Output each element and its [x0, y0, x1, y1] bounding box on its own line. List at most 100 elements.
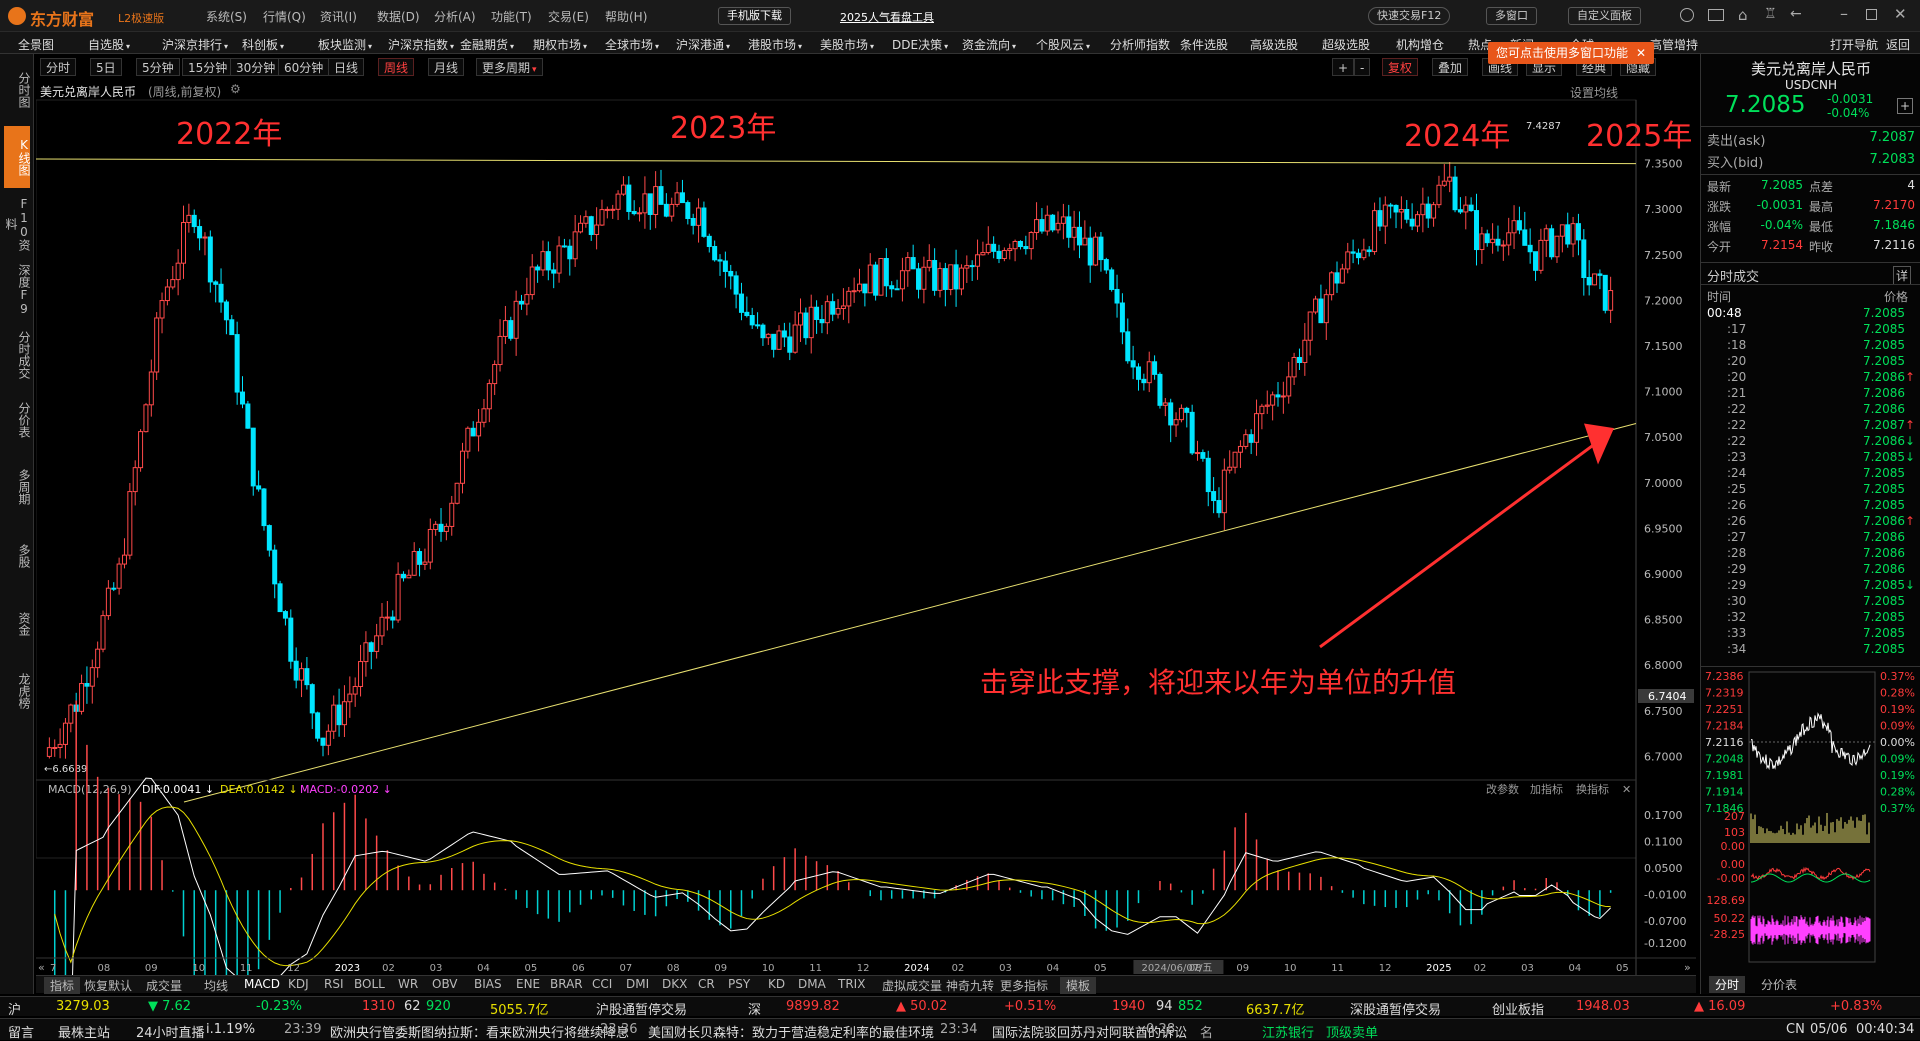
sidebar-tab[interactable]: 多股 — [4, 528, 31, 584]
menu-item[interactable]: 美股市场 ▾ — [820, 36, 874, 53]
indicator-tab[interactable]: 均线 — [204, 977, 228, 994]
top-menu-item[interactable]: 功能(T) — [491, 8, 532, 25]
top-menu-item[interactable]: 行情(Q) — [263, 8, 306, 25]
menu-item[interactable]: 沪深京排行 ▾ — [162, 36, 228, 53]
indicator-tab[interactable]: MACD — [244, 977, 280, 991]
minimize-icon[interactable]: – — [1840, 4, 1848, 23]
menu-item[interactable]: 沪深京指数 ▾ — [388, 36, 454, 53]
tooltip-close-icon[interactable]: ✕ — [1636, 46, 1646, 60]
period-button[interactable]: 分时 — [40, 58, 77, 76]
indicator-tab[interactable]: DMI — [626, 977, 649, 991]
sidebar-tab[interactable]: K线图 — [4, 126, 31, 188]
macd-panel-button[interactable]: 加指标 — [1530, 782, 1563, 796]
macd-panel-button[interactable]: 换指标 — [1576, 782, 1609, 796]
menu-item[interactable]: 高管增持 — [1650, 36, 1698, 53]
indicator-tab[interactable]: DKX — [662, 977, 687, 991]
macd-panel-button[interactable]: 改参数 — [1486, 782, 1519, 796]
indicator-tab[interactable]: 模板 — [1060, 977, 1097, 994]
mail-icon[interactable] — [1708, 9, 1724, 21]
menu-item[interactable]: 全景图 — [18, 36, 54, 53]
indicator-tab[interactable]: RSI — [324, 977, 344, 991]
menu-item[interactable]: 返回 — [1886, 36, 1910, 53]
menu-item[interactable]: 高级选股 — [1250, 36, 1298, 53]
sidebar-tab[interactable]: 资金 — [4, 594, 31, 654]
indicator-tab[interactable]: TRIX — [838, 977, 865, 991]
indicator-tab[interactable]: OBV — [432, 977, 458, 991]
top-menu-item[interactable]: 交易(E) — [548, 8, 589, 25]
multi-window-button[interactable]: 多窗口 — [1486, 7, 1537, 25]
restore-icon[interactable] — [1866, 9, 1877, 20]
skin-icon[interactable]: ♖ — [1764, 6, 1777, 22]
chart-tool-button[interactable]: - — [1354, 58, 1371, 76]
multi-window-tooltip[interactable]: 您可点击使用多窗口功能 ✕ — [1488, 42, 1655, 64]
period-button[interactable]: 周线 — [378, 58, 415, 76]
ticker-item[interactable]: 最株主站 — [58, 1022, 110, 1041]
indicator-tab[interactable]: 更多指标 — [1000, 977, 1048, 994]
menu-item[interactable]: 科创板 ▾ — [242, 36, 284, 53]
menu-item[interactable]: 个股风云 ▾ — [1036, 36, 1090, 53]
top-menu-item[interactable]: 系统(S) — [206, 8, 247, 25]
indicator-tab[interactable]: ENE — [516, 977, 540, 991]
indicator-tab[interactable]: BRAR — [550, 977, 583, 991]
indicator-tab[interactable]: CCI — [592, 977, 612, 991]
menu-item[interactable]: 打开导航 — [1830, 36, 1878, 53]
phone-download-button[interactable]: 手机版下载 — [718, 7, 791, 25]
sidebar-tab[interactable]: 分时图 — [4, 62, 31, 118]
indicator-tab[interactable]: 成交量 — [146, 977, 182, 994]
trades-detail-button[interactable]: 详 — [1893, 266, 1912, 285]
sidebar-tab[interactable]: 深度F9 — [4, 262, 31, 318]
add-watch-button[interactable]: + — [1897, 98, 1913, 114]
period-button[interactable]: 15分钟 — [182, 58, 234, 76]
sidebar-tab[interactable]: 分时成交 — [4, 324, 31, 386]
indicator-tab[interactable]: 指标 — [44, 977, 81, 994]
close-icon[interactable]: ✕ — [1894, 5, 1907, 23]
indicator-tab[interactable]: WR — [398, 977, 418, 991]
tab-intraday[interactable]: 分时 — [1709, 976, 1746, 993]
top-menu-item[interactable]: 数据(D) — [377, 8, 420, 25]
menu-item[interactable]: 自选股 ▾ — [88, 36, 130, 53]
scroll-left-icon[interactable]: « — [38, 961, 45, 974]
status-item[interactable]: 深股通暂停交易 — [1350, 999, 1441, 1018]
indicator-tab[interactable]: CR — [698, 977, 715, 991]
menu-item[interactable]: 机构增仓 — [1396, 36, 1444, 53]
quick-trade-button[interactable]: 快速交易F12 — [1368, 7, 1451, 25]
close-icon[interactable]: ✕ — [1622, 783, 1631, 796]
period-button[interactable]: 30分钟 — [230, 58, 282, 76]
sidebar-tab[interactable]: 分价表 — [4, 394, 31, 446]
chart-tool-button[interactable]: 叠加 — [1432, 58, 1469, 76]
menu-item[interactable]: DDE决策 ▾ — [892, 36, 948, 53]
chart-tool-button[interactable]: 复权 — [1382, 58, 1419, 76]
period-button[interactable]: 5分钟 — [136, 58, 180, 76]
indicator-tab[interactable]: BOLL — [354, 977, 385, 991]
chart-area[interactable]: 美元兑离岸人民币 (周线,前复权) ⚙ 设置均线 7.3500 7.3000 7.2… — [36, 80, 1696, 990]
menu-item[interactable]: 金融期货 ▾ — [460, 36, 514, 53]
sidebar-tab[interactable]: F10资料 — [4, 194, 31, 254]
tab-price-volume[interactable]: 分价表 — [1761, 976, 1797, 993]
indicator-tab[interactable]: BIAS — [474, 977, 502, 991]
ticker-item[interactable]: 留言 — [8, 1022, 34, 1041]
indicator-tab[interactable]: KD — [768, 977, 785, 991]
status-item[interactable]: 沪股通暂停交易 — [596, 999, 687, 1018]
period-button[interactable]: 月线 — [428, 58, 465, 76]
indicator-tab[interactable]: 恢复默认 — [84, 977, 132, 994]
menu-item[interactable]: 沪深港通 ▾ — [676, 36, 730, 53]
menu-item[interactable]: 分析师指数 — [1110, 36, 1170, 53]
menu-item[interactable]: 期权市场 ▾ — [533, 36, 587, 53]
ticker-item[interactable]: 24小时直播 — [136, 1022, 205, 1041]
menu-item[interactable]: 全球市场 ▾ — [605, 36, 659, 53]
chart-tool-button[interactable]: + — [1332, 58, 1355, 76]
period-button[interactable]: 更多周期 ▾ — [476, 58, 543, 76]
candlestick-chart[interactable]: 7.3500 7.3000 7.2500 7.2000 7.1500 7.1000 7.05… — [36, 80, 1696, 990]
menu-item[interactable]: 条件选股 — [1180, 36, 1228, 53]
indicator-tab[interactable]: DMA — [798, 977, 826, 991]
menu-item[interactable]: 港股市场 ▾ — [748, 36, 802, 53]
menu-item[interactable]: 超级选股 — [1322, 36, 1370, 53]
home-icon[interactable]: ⌂ — [1738, 6, 1748, 24]
indicator-tab[interactable]: 虚拟成交量 — [882, 977, 942, 994]
indicator-tab[interactable]: PSY — [728, 977, 750, 991]
period-button[interactable]: 5日 — [90, 58, 122, 76]
user-icon[interactable] — [1680, 8, 1694, 22]
period-button[interactable]: 60分钟 — [278, 58, 330, 76]
custom-panel-button[interactable]: 自定义面板 — [1568, 7, 1641, 25]
promo-link[interactable]: 2025人气看盘工具 — [840, 9, 934, 25]
